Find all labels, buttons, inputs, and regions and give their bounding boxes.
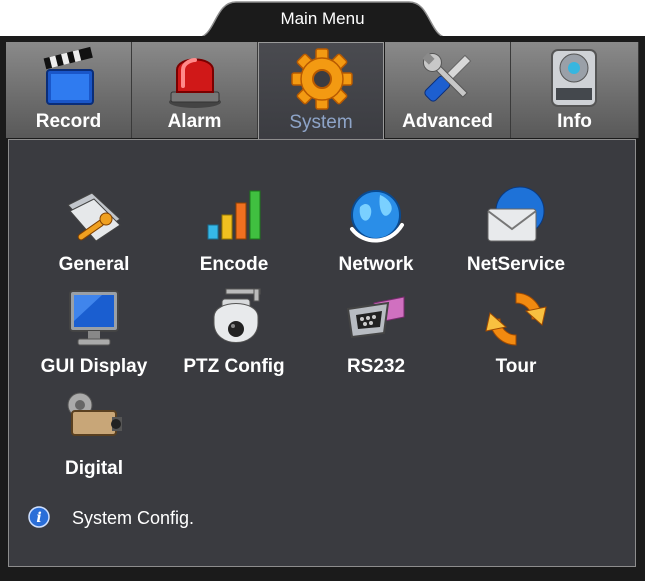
menu-item-encode[interactable]: Encode [159,185,309,285]
tab-system-label: System [289,112,353,133]
menu-item-ptz-config[interactable]: PTZ Config [159,287,309,387]
bar-chart-icon [207,190,261,240]
menu-item-network[interactable]: Network [301,185,451,285]
status-text: System Config. [72,508,195,528]
refresh-cycle-icon [485,292,547,346]
tab-info-label: Info [557,111,592,132]
digital-camera-icon [67,392,122,436]
clapperboard-icon [43,46,94,105]
folder-wrench-icon [67,192,121,242]
menu-item-rs232-label: RS232 [346,356,406,377]
menu-item-rs232[interactable]: RS232 [301,287,451,387]
menu-item-digital-label: Digital [64,458,124,479]
menu-item-digital[interactable]: Digital [19,389,169,489]
menu-item-encode-label: Encode [199,254,269,275]
monitor-icon [69,290,119,346]
window-title: Main Menu [280,9,365,28]
menu-item-general[interactable]: General [19,185,169,285]
menu-item-netservice-label: NetService [466,254,566,275]
menu-item-tour[interactable]: Tour [441,287,591,387]
menu-item-network-label: Network [338,254,414,275]
tab-advanced[interactable]: Advanced [385,42,511,138]
envelope-icon [487,186,545,242]
svg-text:i: i [36,510,41,526]
menu-item-netservice[interactable]: NetService [441,185,591,285]
tab-info[interactable]: Info [511,42,639,138]
tab-alarm[interactable]: Alarm [132,42,258,138]
serial-port-icon [346,296,405,339]
hard-drive-icon [551,49,597,107]
menu-item-gui-display-label: GUI Display [40,356,148,377]
tab-bar: Record Alarm System Advanced Info [6,42,639,142]
menu-item-ptz-config-label: PTZ Config [183,356,285,377]
menu-item-gui-display[interactable]: GUI Display [19,287,169,387]
info-icon: i [28,506,50,528]
tab-record-label: Record [35,111,102,132]
wrench-screwdriver-icon [422,52,472,102]
tab-system[interactable]: System [258,42,384,142]
menu-item-tour-label: Tour [495,356,537,377]
tab-alarm-label: Alarm [167,111,222,132]
ptz-camera-icon [213,288,261,343]
tab-record[interactable]: Record [6,42,132,138]
globe-icon [350,190,404,243]
menu-item-general-label: General [58,254,130,275]
gear-icon [291,48,353,110]
alarm-siren-icon [169,58,221,108]
tab-advanced-label: Advanced [402,111,493,132]
